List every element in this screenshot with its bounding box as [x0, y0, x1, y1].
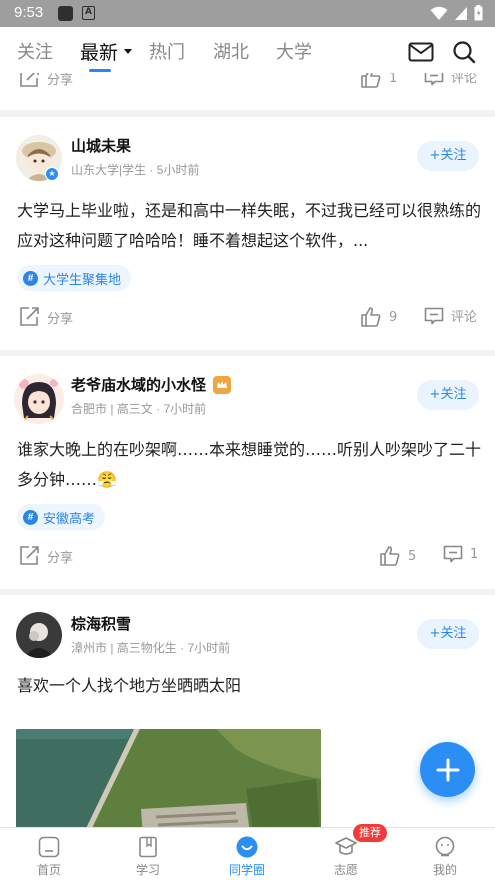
comment-icon [424, 307, 444, 324]
tab-dropdown-caret-icon[interactable] [124, 49, 132, 54]
avatar[interactable] [14, 374, 64, 424]
follow-button[interactable]: +关注 [417, 380, 479, 410]
tab-hot[interactable]: 热门 [149, 38, 185, 64]
comment-count: 1 [470, 546, 479, 562]
nav-study-label: 学习 [135, 863, 160, 877]
like-button[interactable]: 5 [379, 545, 416, 567]
comment-button[interactable]: 评论 [424, 73, 477, 86]
avatar-illustration [14, 374, 64, 424]
comment-icon [424, 73, 444, 85]
action-row: 分享 9 评论 [0, 306, 495, 336]
tab-hubei[interactable]: 湖北 [213, 38, 249, 64]
classmates-circle-icon [236, 836, 258, 858]
user-meta: 山东大学|学生 · 5小时前 [71, 163, 200, 177]
bottom-nav: 首页 学习 同学圈 志愿 推荐 我的 [0, 824, 495, 880]
previous-post-footer: 分享 1 评论 [0, 73, 495, 110]
username[interactable]: 山城未果 [71, 135, 131, 156]
tab-university[interactable]: 大学 [276, 38, 312, 64]
like-count: 9 [389, 309, 398, 325]
thumbs-up-icon [380, 546, 400, 566]
comment-label: 评论 [451, 310, 478, 325]
share-label: 分享 [47, 311, 74, 327]
post-text[interactable]: 谁家大晚上的在吵架啊……本来想睡觉的……听别人吵架吵了二十多分钟……😤 [17, 435, 482, 495]
post-card[interactable]: 老爷庙水域的小水怪 合肥市 | 高三文 · 7小时前 +关注 谁家大晚上的在吵架… [0, 356, 495, 589]
like-count: 5 [408, 548, 417, 564]
level-badge-icon [213, 376, 231, 394]
user-meta: 合肥市 | 高三文 · 7小时前 [71, 402, 207, 416]
nav-me[interactable]: 我的 [410, 828, 480, 880]
nav-me-label: 我的 [432, 863, 457, 877]
topic-tag[interactable]: # 安徽高考 [17, 504, 106, 530]
plus-icon [436, 758, 459, 781]
mail-icon[interactable] [408, 42, 434, 62]
thumbs-up-icon [361, 307, 381, 327]
topic-hash-icon: # [23, 509, 38, 525]
verified-star-icon: ★ [45, 167, 59, 181]
share-button[interactable]: 分享 [18, 306, 73, 328]
book-icon [139, 836, 157, 858]
comment-button[interactable]: 1 [443, 545, 478, 563]
nav-home-label: 首页 [36, 863, 61, 877]
active-tab-indicator [89, 69, 111, 72]
thumbs-up-icon [361, 73, 381, 88]
comment-button[interactable]: 评论 [424, 306, 477, 325]
app-notification-icon: A [82, 6, 95, 20]
action-row: 分享 1 评论 [0, 73, 495, 97]
share-button[interactable]: 分享 [18, 545, 73, 567]
username[interactable]: 老爷庙水域的小水怪 [71, 374, 206, 395]
nav-aspiration-label: 志愿 [333, 863, 358, 877]
post-card[interactable]: ★ 山城未果 山东大学|学生 · 5小时前 +关注 大学马上毕业啦，还是和高中一… [0, 117, 495, 350]
comment-label: 评论 [451, 73, 478, 86]
post-text[interactable]: 喜欢一个人找个地方坐晒晒太阳 [17, 671, 482, 701]
avatar[interactable] [16, 612, 62, 658]
search-icon[interactable] [452, 40, 476, 64]
share-icon [20, 307, 39, 326]
share-icon [20, 546, 39, 565]
signal-icon [455, 6, 467, 20]
like-button[interactable]: 9 [360, 306, 397, 328]
feed[interactable]: 分享 1 评论 ★ 山城未果 山东大学|学生 · 5小时前 +关注 大学马上毕业… [0, 73, 495, 827]
share-label: 分享 [47, 73, 74, 88]
home-icon [38, 836, 60, 858]
post-text[interactable]: 大学马上毕业啦，还是和高中一样失眠，不过我已经可以很熟练的应对这种问题了哈哈哈！… [17, 196, 482, 256]
nav-classmates[interactable]: 同学圈 [212, 828, 282, 880]
username[interactable]: 棕海积雪 [71, 613, 131, 634]
compose-fab[interactable] [420, 742, 475, 797]
graduation-cap-icon [335, 837, 357, 855]
status-bar: 9:53 A [0, 0, 495, 27]
topic-hash-icon: # [23, 270, 38, 286]
nav-home[interactable]: 首页 [14, 828, 84, 880]
share-icon [20, 73, 39, 87]
follow-button[interactable]: +关注 [417, 141, 479, 171]
avatar-illustration [16, 612, 62, 658]
like-button[interactable]: 1 [360, 73, 397, 89]
battery-icon [474, 5, 483, 21]
post-image[interactable] [16, 729, 321, 827]
like-count: 1 [389, 73, 398, 86]
nav-study[interactable]: 学习 [113, 828, 183, 880]
tab-following[interactable]: 关注 [17, 38, 53, 64]
topic-label: 大学生聚集地 [43, 272, 122, 288]
wifi-icon [430, 6, 448, 20]
profile-face-icon [435, 836, 455, 857]
nav-classmates-label: 同学圈 [228, 863, 265, 877]
user-meta: 漳州市 | 高三物化生 · 7小时前 [71, 641, 231, 655]
tab-latest[interactable]: 最新 [80, 38, 118, 65]
status-time: 9:53 [14, 4, 44, 21]
recommend-badge: 推荐 [353, 824, 387, 842]
action-row: 分享 5 1 [0, 545, 495, 575]
top-nav: 关注 最新 热门 湖北 大学 [0, 27, 495, 73]
comment-icon [443, 545, 463, 563]
post-card[interactable]: 棕海积雪 漳州市 | 高三物化生 · 7小时前 +关注 喜欢一个人找个地方坐晒晒… [0, 595, 495, 827]
topic-label: 安徽高考 [43, 511, 96, 527]
share-button[interactable]: 分享 [18, 73, 73, 89]
topic-tag[interactable]: # 大学生聚集地 [17, 265, 132, 291]
post-photo-grass [16, 729, 321, 827]
follow-button[interactable]: +关注 [417, 619, 479, 649]
notification-icon [58, 6, 73, 21]
share-label: 分享 [47, 550, 74, 566]
